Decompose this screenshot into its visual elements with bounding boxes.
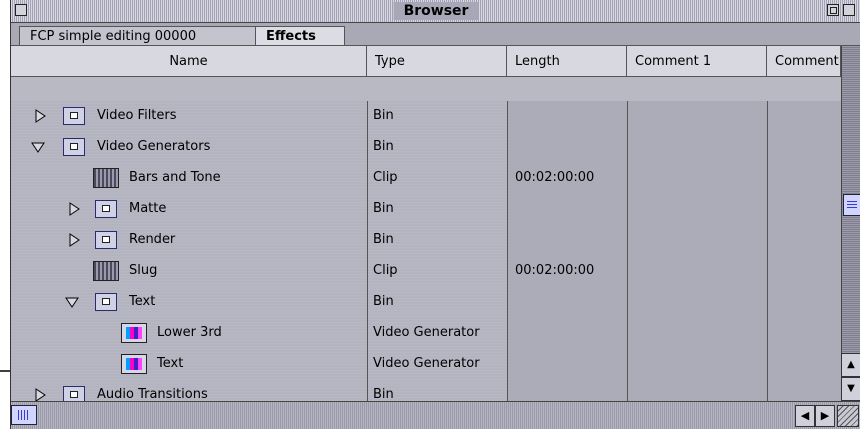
item-name: Text xyxy=(157,356,184,371)
bin-icon xyxy=(95,231,117,249)
close-box[interactable] xyxy=(15,4,27,16)
disclosure-triangle-collapsed-icon[interactable] xyxy=(67,233,81,247)
item-type: Video Generator xyxy=(373,356,480,371)
title-bar[interactable]: Browser xyxy=(11,0,860,23)
item-length: 00:02:00:00 xyxy=(515,170,595,185)
item-type: Bin xyxy=(373,139,394,154)
column-header-comment-2[interactable]: Comment xyxy=(767,46,841,77)
item-name: Lower 3rd xyxy=(157,325,222,340)
bin-icon xyxy=(63,107,85,125)
list-item[interactable]: Text Bin xyxy=(11,287,841,318)
horizontal-scroll-thumb[interactable] xyxy=(11,405,37,425)
tab-effects[interactable]: Effects xyxy=(255,26,345,45)
list-item[interactable]: Video Generators Bin xyxy=(11,132,841,163)
disclosure-triangle-expanded-icon[interactable] xyxy=(31,140,45,154)
item-type: Bin xyxy=(373,232,394,247)
item-type: Bin xyxy=(373,201,394,216)
tab-project[interactable]: FCP simple editing 00000 xyxy=(19,26,257,45)
item-type: Video Generator xyxy=(373,325,480,340)
effects-list: Video Filters Bin Video Generators Bin B… xyxy=(11,101,841,401)
bin-icon xyxy=(63,386,85,401)
disclosure-triangle-collapsed-icon[interactable] xyxy=(67,202,81,216)
list-item[interactable]: Matte Bin xyxy=(11,194,841,225)
resize-grip-icon[interactable] xyxy=(837,405,859,427)
item-name: Matte xyxy=(129,201,167,216)
item-name: Text xyxy=(129,294,156,309)
disclosure-triangle-collapsed-icon[interactable] xyxy=(33,109,47,123)
browser-window: Browser FCP simple editing 00000 Effects… xyxy=(10,0,860,429)
list-item[interactable]: Text Video Generator xyxy=(11,349,841,380)
scroll-down-arrow-icon[interactable]: ▼ xyxy=(841,377,860,401)
item-name: Audio Transitions xyxy=(97,387,208,401)
clip-icon xyxy=(93,261,119,281)
generator-icon xyxy=(121,354,147,374)
scroll-right-arrow-icon[interactable]: ▶ xyxy=(815,405,835,427)
generator-icon xyxy=(121,323,147,343)
list-item[interactable]: Slug Clip 00:02:00:00 xyxy=(11,256,841,287)
item-name: Slug xyxy=(129,263,158,278)
clip-icon xyxy=(93,168,119,188)
column-header-type[interactable]: Type xyxy=(367,46,507,77)
item-length: 00:02:00:00 xyxy=(515,263,595,278)
list-item[interactable]: Render Bin xyxy=(11,225,841,256)
collapse-box[interactable] xyxy=(843,4,855,16)
bin-icon xyxy=(95,293,117,311)
bin-icon xyxy=(95,200,117,218)
item-name: Bars and Tone xyxy=(129,170,221,185)
bin-icon xyxy=(63,138,85,156)
item-name: Video Generators xyxy=(97,139,211,154)
zoom-box[interactable] xyxy=(827,4,839,16)
disclosure-triangle-collapsed-icon[interactable] xyxy=(33,388,47,401)
item-type: Clip xyxy=(373,263,398,278)
column-header-name[interactable]: Name xyxy=(11,46,367,77)
vertical-scrollbar[interactable] xyxy=(841,46,860,401)
scroll-up-arrow-icon[interactable]: ▲ xyxy=(841,353,860,377)
column-headers: Name Type Length Comment 1 Comment xyxy=(11,46,841,101)
list-item[interactable]: Video Filters Bin xyxy=(11,101,841,132)
vertical-scroll-thumb[interactable] xyxy=(843,194,860,216)
list-item[interactable]: Lower 3rd Video Generator xyxy=(11,318,841,349)
list-item[interactable]: Audio Transitions Bin xyxy=(11,380,841,401)
horizontal-scrollbar[interactable]: ◀ ▶ xyxy=(11,401,860,429)
column-header-length[interactable]: Length xyxy=(507,46,627,77)
tab-bar: FCP simple editing 00000 Effects xyxy=(11,23,860,46)
item-name: Video Filters xyxy=(97,108,177,123)
item-type: Bin xyxy=(373,387,394,401)
item-type: Clip xyxy=(373,170,398,185)
item-type: Bin xyxy=(373,108,394,123)
scroll-left-arrow-icon[interactable]: ◀ xyxy=(795,405,815,427)
column-header-comment-1[interactable]: Comment 1 xyxy=(627,46,767,77)
list-item[interactable]: Bars and Tone Clip 00:02:00:00 xyxy=(11,163,841,194)
item-type: Bin xyxy=(373,294,394,309)
item-name: Render xyxy=(129,232,176,247)
disclosure-triangle-expanded-icon[interactable] xyxy=(65,295,79,309)
window-title: Browser xyxy=(393,2,479,20)
